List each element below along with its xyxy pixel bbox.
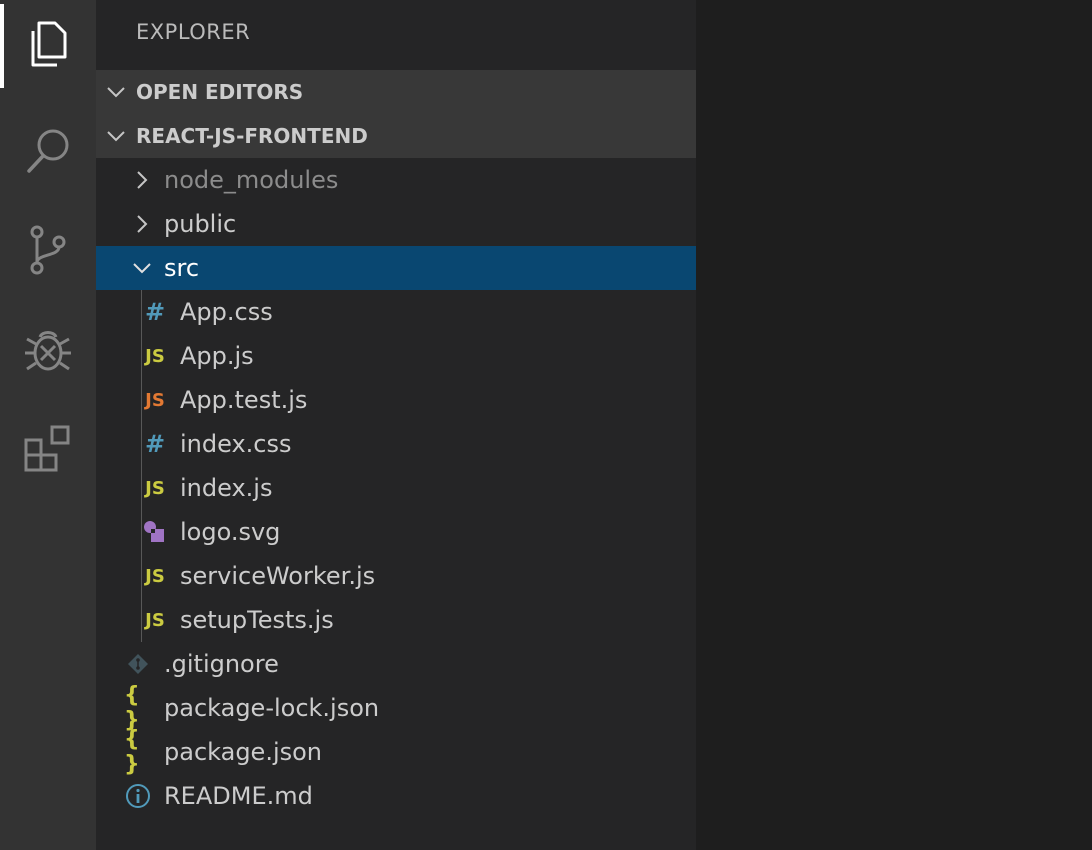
project-section-header[interactable]: REACT-JS-FRONTEND [96,114,696,158]
editor-area [696,0,1092,850]
tree-item-label: src [164,254,200,282]
tree-file-app-css[interactable]: # App.css [96,290,696,334]
tree-folder-src[interactable]: src [96,246,696,290]
tree-item-label: public [164,210,237,238]
tree-item-label: .gitignore [164,650,279,678]
css-file-icon: # [144,298,166,326]
tree-folder-public[interactable]: public [96,202,696,246]
tree-file-logo-svg[interactable]: logo.svg [96,510,696,554]
chevron-right-icon [130,158,154,202]
tree-item-label: serviceWorker.js [180,562,376,590]
tree-file-readme-md[interactable]: README.md [96,774,696,818]
search-activity-button[interactable] [0,106,96,194]
tree-item-label: README.md [164,782,313,810]
js-file-icon: JS [145,345,165,367]
tree-item-label: package.json [164,738,323,766]
git-file-icon [124,642,152,686]
chevron-right-icon [130,202,154,246]
extensions-activity-button[interactable] [0,406,96,494]
tree-item-label: logo.svg [180,518,281,546]
chevron-down-icon [96,86,136,98]
tree-folder-node-modules[interactable]: node_modules [96,158,696,202]
debug-icon [25,331,71,371]
source-control-activity-button[interactable] [0,206,96,294]
tree-item-label: node_modules [164,166,339,194]
js-file-icon: JS [145,565,165,587]
activity-bar [0,0,96,850]
json-file-icon: { } [124,727,140,777]
js-test-file-icon: JS [145,389,165,411]
css-file-icon: # [144,430,166,458]
js-file-icon: JS [145,477,165,499]
open-editors-section-header[interactable]: OPEN EDITORS [96,70,696,114]
tree-file-index-js[interactable]: JS index.js [96,466,696,510]
js-file-icon: JS [145,609,165,631]
explorer-activity-button[interactable] [0,0,96,88]
json-file-icon: { } [124,683,140,733]
tree-item-label: App.css [180,298,273,326]
tree-item-label: index.css [180,430,292,458]
tree-item-label: package-lock.json [164,694,380,722]
tree-file-app-js[interactable]: JS App.js [96,334,696,378]
tree-file-gitignore[interactable]: .gitignore [96,642,696,686]
chevron-down-icon [96,130,136,142]
explorer-sidebar: EXPLORER OPEN EDITORS REACT-JS-FRONTEND … [96,0,696,850]
project-name: REACT-JS-FRONTEND [136,124,368,148]
tree-item-label: index.js [180,474,273,502]
svg-file-icon [141,510,169,554]
chevron-down-icon [130,246,154,290]
explorer-title: EXPLORER [136,20,251,44]
tree-file-service-worker-js[interactable]: JS serviceWorker.js [96,554,696,598]
search-icon [27,129,69,173]
debug-activity-button[interactable] [0,306,96,394]
open-editors-label: OPEN EDITORS [136,80,304,104]
tree-item-label: App.test.js [180,386,308,414]
info-icon [124,774,152,818]
tree-file-setup-tests-js[interactable]: JS setupTests.js [96,598,696,642]
extensions-icon [24,425,70,472]
source-control-icon [30,225,66,275]
tree-file-package-lock-json[interactable]: { } package-lock.json [96,683,696,733]
tree-file-index-css[interactable]: # index.css [96,422,696,466]
tree-file-package-json[interactable]: { } package.json [96,727,696,777]
files-icon [31,21,67,67]
tree-file-app-test-js[interactable]: JS App.test.js [96,378,696,422]
tree-item-label: App.js [180,342,254,370]
tree-item-label: setupTests.js [180,606,334,634]
